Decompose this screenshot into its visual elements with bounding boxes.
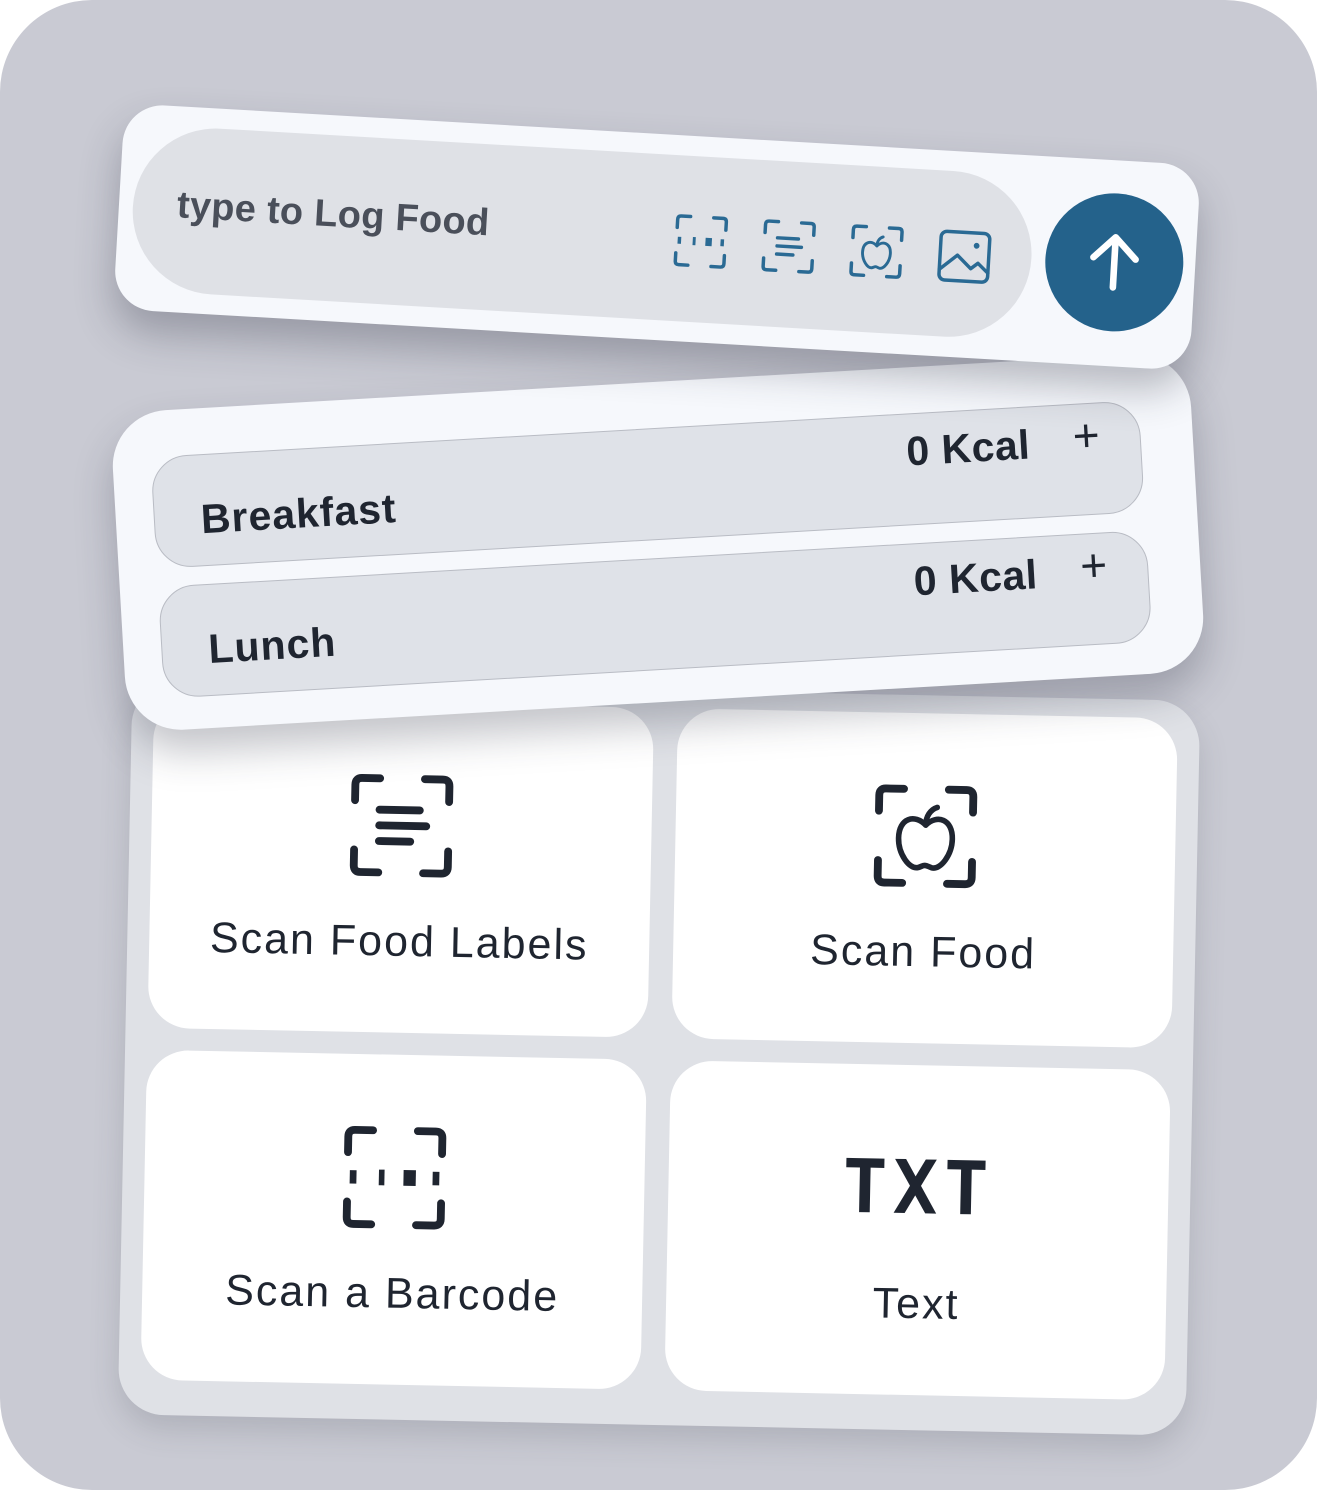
send-button[interactable] [1041, 189, 1188, 336]
label-scan-icon[interactable] [758, 216, 819, 277]
label-scan-icon [344, 768, 458, 882]
barcode-scan-icon[interactable] [670, 211, 731, 272]
log-food-placeholder: type to Log Food [175, 184, 491, 245]
scan-options-grid: Scan Food Labels Scan Food Scan a Barcod… [117, 679, 1201, 1436]
scan-barcode-label: Scan a Barcode [224, 1265, 560, 1321]
scan-food-label: Scan Food [809, 925, 1037, 979]
food-scan-icon [868, 779, 982, 893]
app-frame: Scan Food Labels Scan Food Scan a Barcod… [0, 0, 1317, 1490]
scan-food-labels-label: Scan Food Labels [209, 913, 590, 970]
log-food-bar: type to Log Food [112, 103, 1202, 371]
scan-food-tile[interactable]: Scan Food [671, 708, 1178, 1049]
add-lunch-button[interactable]: + [1079, 537, 1109, 592]
meal-name: Breakfast [199, 485, 398, 543]
food-scan-icon[interactable] [846, 221, 907, 282]
scan-barcode-tile[interactable]: Scan a Barcode [140, 1049, 647, 1390]
input-actions [670, 211, 995, 287]
log-food-input[interactable]: type to Log Food [128, 123, 1037, 342]
meal-kcal: 0 Kcal [912, 551, 1039, 605]
image-icon[interactable] [934, 226, 995, 287]
meals-card: Breakfast 0 Kcal + Lunch 0 Kcal + [109, 351, 1207, 733]
barcode-scan-icon [337, 1120, 451, 1234]
meal-kcal: 0 Kcal [905, 421, 1032, 475]
text-tile[interactable]: TXT Text [664, 1060, 1171, 1401]
meal-name: Lunch [207, 618, 338, 673]
add-breakfast-button[interactable]: + [1071, 407, 1101, 462]
text-label: Text [872, 1278, 961, 1329]
arrow-up-icon [1090, 234, 1139, 291]
txt-icon: TXT [841, 1143, 996, 1233]
scan-food-labels-tile[interactable]: Scan Food Labels [147, 697, 655, 1038]
